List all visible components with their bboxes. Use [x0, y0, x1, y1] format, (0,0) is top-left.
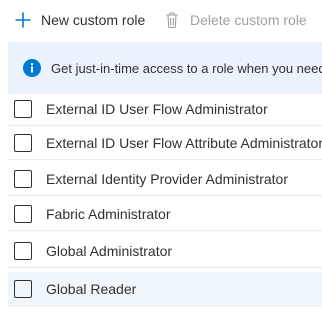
- role-name: External ID User Flow Attribute Administ…: [46, 134, 322, 151]
- role-name: Global Reader: [46, 280, 137, 297]
- delete-custom-role-button[interactable]: Delete custom role: [163, 6, 307, 34]
- row-checkbox[interactable]: [14, 99, 32, 118]
- row-checkbox[interactable]: [14, 133, 32, 152]
- command-bar: New custom role Delete custom role: [0, 0, 322, 40]
- role-name: Fabric Administrator: [46, 205, 171, 222]
- role-name: External Identity Provider Administrator: [46, 170, 288, 187]
- new-custom-role-label: New custom role: [41, 12, 146, 28]
- list-item[interactable]: External ID User Flow Attribute Administ…: [8, 126, 322, 160]
- row-checkbox[interactable]: [14, 169, 32, 188]
- list-item[interactable]: Fabric Administrator: [8, 197, 322, 231]
- trash-icon: [163, 11, 181, 29]
- list-item[interactable]: External Identity Provider Administrator: [8, 162, 322, 196]
- roles-panel: New custom role Delete custom role Get j…: [0, 0, 322, 309]
- info-banner: Get just-in-time access to a role when y…: [8, 42, 322, 94]
- info-icon: [23, 59, 41, 77]
- new-custom-role-button[interactable]: New custom role: [14, 6, 145, 34]
- list-item-selected[interactable]: Global Reader: [8, 272, 322, 306]
- info-banner-text: Get just-in-time access to a role when y…: [51, 60, 322, 76]
- list-item[interactable]: Global Administrator: [8, 234, 322, 268]
- role-name: External ID User Flow Administrator: [46, 100, 268, 117]
- row-checkbox[interactable]: [14, 279, 32, 298]
- delete-custom-role-label: Delete custom role: [190, 12, 307, 28]
- role-name: Global Administrator: [46, 242, 173, 259]
- plus-icon: [14, 11, 32, 29]
- row-checkbox[interactable]: [14, 241, 32, 260]
- list-item[interactable]: External ID User Flow Administrator: [8, 92, 322, 126]
- row-checkbox[interactable]: [14, 204, 32, 223]
